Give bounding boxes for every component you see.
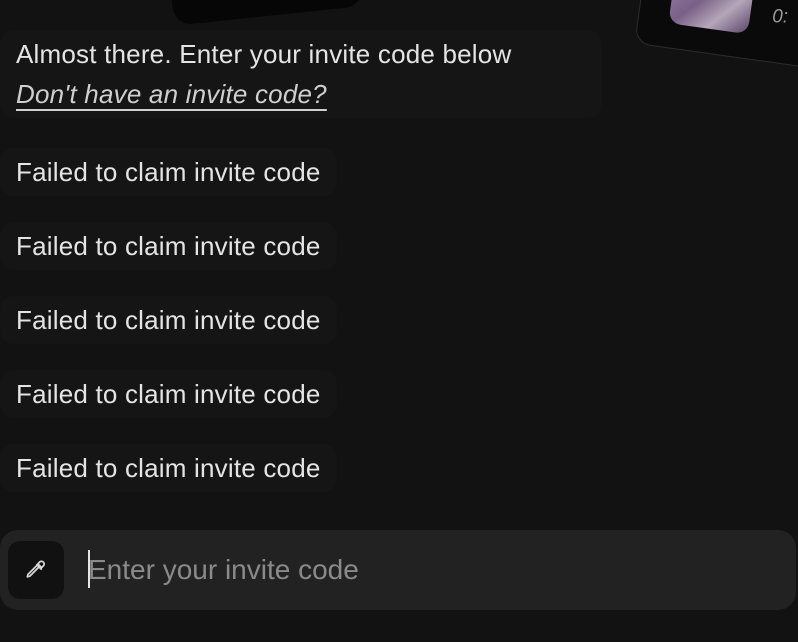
invite-code-screen: 0: Almost there. Enter your invite code … [0,0,798,642]
eyedropper-button[interactable] [8,541,64,599]
error-message-row: Failed to claim invite code [0,148,620,222]
eyedropper-icon [26,560,45,578]
invite-code-input[interactable] [88,548,768,592]
no-invite-code-link[interactable]: Don't have an invite code? [16,79,327,109]
error-message-row: Failed to claim invite code [0,296,620,370]
error-message-row: Failed to claim invite code [0,444,620,518]
error-message-row: Failed to claim invite code [0,222,620,296]
error-message: Failed to claim invite code [0,148,337,196]
message-list: Almost there. Enter your invite code bel… [0,30,620,518]
decorative-card [166,0,364,26]
media-timestamp: 0: [772,6,789,28]
invite-code-composer [0,530,796,610]
error-message-row: Failed to claim invite code [0,370,620,444]
intro-message: Almost there. Enter your invite code bel… [0,30,602,118]
media-thumbnail [668,0,757,35]
error-message: Failed to claim invite code [0,370,337,418]
error-message: Failed to claim invite code [0,296,337,344]
error-message: Failed to claim invite code [0,222,337,270]
intro-text: Almost there. Enter your invite code bel… [16,39,512,69]
error-message: Failed to claim invite code [0,444,337,492]
media-preview-card[interactable]: 0: [634,0,798,72]
